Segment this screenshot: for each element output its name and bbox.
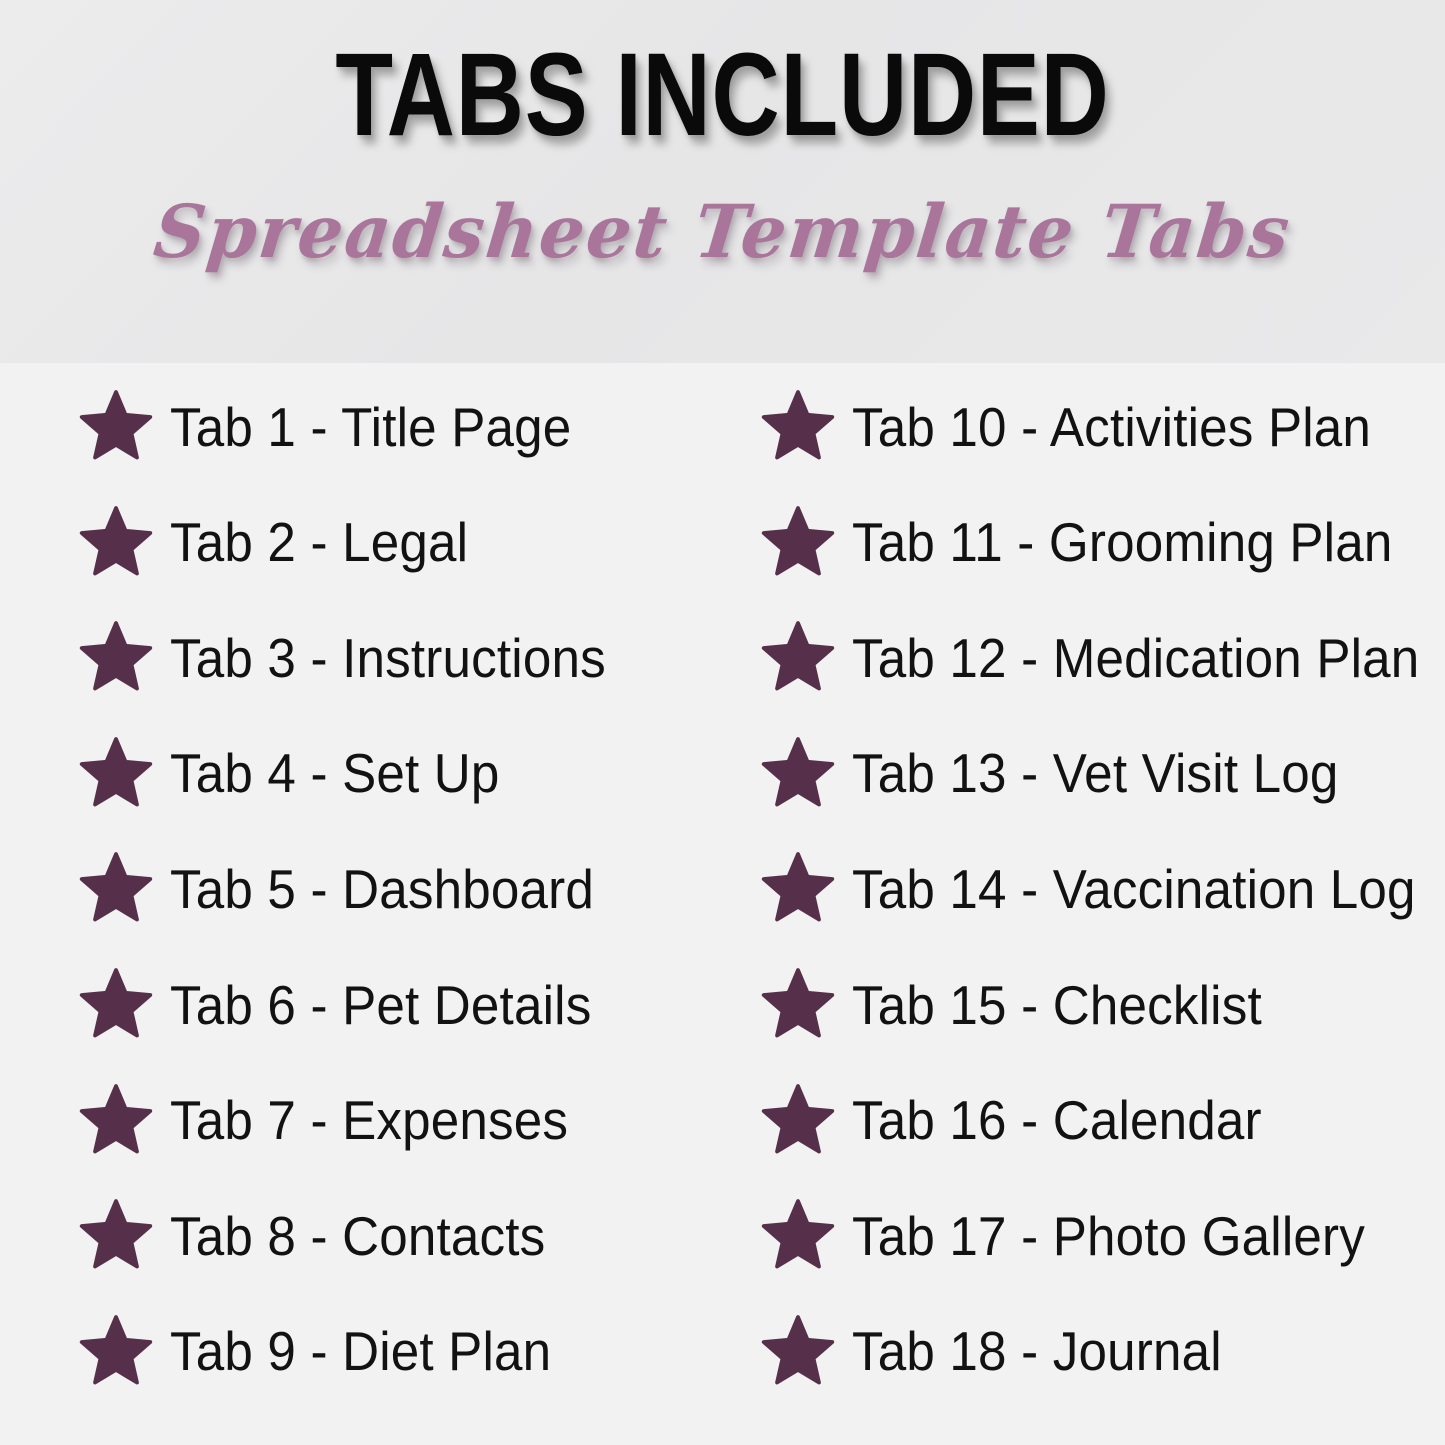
tab-list-item[interactable]: Tab 1 - Title Page bbox=[78, 369, 602, 485]
tab-list-item[interactable]: Tab 16 - Calendar bbox=[760, 1063, 1293, 1179]
tab-list-item-label: Tab 3 - Instructions bbox=[170, 626, 606, 689]
tab-list-item[interactable]: Tab 11 - Grooming Plan bbox=[760, 485, 1433, 601]
star-icon bbox=[760, 389, 836, 465]
tab-list-item[interactable]: Tab 3 - Instructions bbox=[78, 600, 639, 716]
star-icon bbox=[760, 851, 836, 927]
star-icon bbox=[78, 1314, 154, 1390]
header-band: TABS INCLUDED Spreadsheet Template Tabs bbox=[0, 0, 1445, 363]
tab-list-right-column: Tab 10 - Activities Plan Tab 11 - Groomi… bbox=[760, 363, 1430, 1445]
tab-list-item-label: Tab 11 - Grooming Plan bbox=[852, 511, 1393, 574]
tab-list-item[interactable]: Tab 17 - Photo Gallery bbox=[760, 1178, 1404, 1294]
tab-list-item-label: Tab 6 - Pet Details bbox=[170, 973, 592, 1036]
tab-list-item-label: Tab 13 - Vet Visit Log bbox=[852, 742, 1339, 805]
tabs-list-area: Tab 1 - Title Page Tab 2 - Legal Tab 3 -… bbox=[0, 363, 1445, 1445]
tab-list-item[interactable]: Tab 5 - Dashboard bbox=[78, 831, 626, 947]
tab-list-item[interactable]: Tab 7 - Expenses bbox=[78, 1063, 598, 1179]
tab-list-item[interactable]: Tab 8 - Contacts bbox=[78, 1178, 574, 1294]
tab-list-item[interactable]: Tab 6 - Pet Details bbox=[78, 947, 623, 1063]
star-icon bbox=[78, 1198, 154, 1274]
tab-list-item-label: Tab 7 - Expenses bbox=[170, 1089, 569, 1152]
tab-list-item-label: Tab 12 - Medication Plan bbox=[852, 626, 1420, 689]
tab-list-item-label: Tab 1 - Title Page bbox=[170, 395, 572, 458]
tab-list-item-label: Tab 8 - Contacts bbox=[170, 1204, 546, 1267]
star-icon bbox=[760, 967, 836, 1043]
star-icon bbox=[78, 620, 154, 696]
star-icon bbox=[78, 967, 154, 1043]
tab-list-item[interactable]: Tab 15 - Checklist bbox=[760, 947, 1293, 1063]
tab-list-item[interactable]: Tab 14 - Vaccination Log bbox=[760, 831, 1445, 947]
tab-list-item-label: Tab 15 - Checklist bbox=[852, 973, 1262, 1036]
star-icon bbox=[78, 1083, 154, 1159]
tab-list-item[interactable]: Tab 18 - Journal bbox=[760, 1294, 1250, 1410]
tab-list-item-label: Tab 18 - Journal bbox=[852, 1320, 1222, 1383]
tab-list-item-label: Tab 16 - Calendar bbox=[852, 1089, 1262, 1152]
star-icon bbox=[760, 620, 836, 696]
tab-list-item-label: Tab 10 - Activities Plan bbox=[852, 395, 1372, 458]
star-icon bbox=[760, 736, 836, 812]
star-icon bbox=[760, 505, 836, 581]
page-title: TABS INCLUDED bbox=[335, 29, 1110, 161]
star-icon bbox=[760, 1314, 836, 1390]
tab-list-item[interactable]: Tab 9 - Diet Plan bbox=[78, 1294, 580, 1410]
star-icon bbox=[760, 1083, 836, 1159]
page-subtitle: Spreadsheet Template Tabs bbox=[149, 189, 1296, 275]
tab-list-item-label: Tab 4 - Set Up bbox=[170, 742, 500, 805]
tab-list-item-label: Tab 14 - Vaccination Log bbox=[852, 857, 1416, 920]
tab-list-item[interactable]: Tab 2 - Legal bbox=[78, 485, 491, 601]
tab-list-item[interactable]: Tab 13 - Vet Visit Log bbox=[760, 716, 1375, 832]
star-icon bbox=[78, 389, 154, 465]
star-icon bbox=[78, 736, 154, 812]
star-icon bbox=[760, 1198, 836, 1274]
tab-list-item-label: Tab 5 - Dashboard bbox=[170, 857, 594, 920]
star-icon bbox=[78, 505, 154, 581]
tab-list-item-label: Tab 9 - Diet Plan bbox=[170, 1320, 552, 1383]
tab-list-left-column: Tab 1 - Title Page Tab 2 - Legal Tab 3 -… bbox=[78, 363, 738, 1445]
tab-list-item[interactable]: Tab 4 - Set Up bbox=[78, 716, 524, 832]
tab-list-item[interactable]: Tab 12 - Medication Plan bbox=[760, 600, 1445, 716]
tab-list-item[interactable]: Tab 10 - Activities Plan bbox=[760, 369, 1410, 485]
tab-list-item-label: Tab 2 - Legal bbox=[170, 511, 469, 574]
star-icon bbox=[78, 851, 154, 927]
tab-list-item-label: Tab 17 - Photo Gallery bbox=[852, 1204, 1366, 1267]
